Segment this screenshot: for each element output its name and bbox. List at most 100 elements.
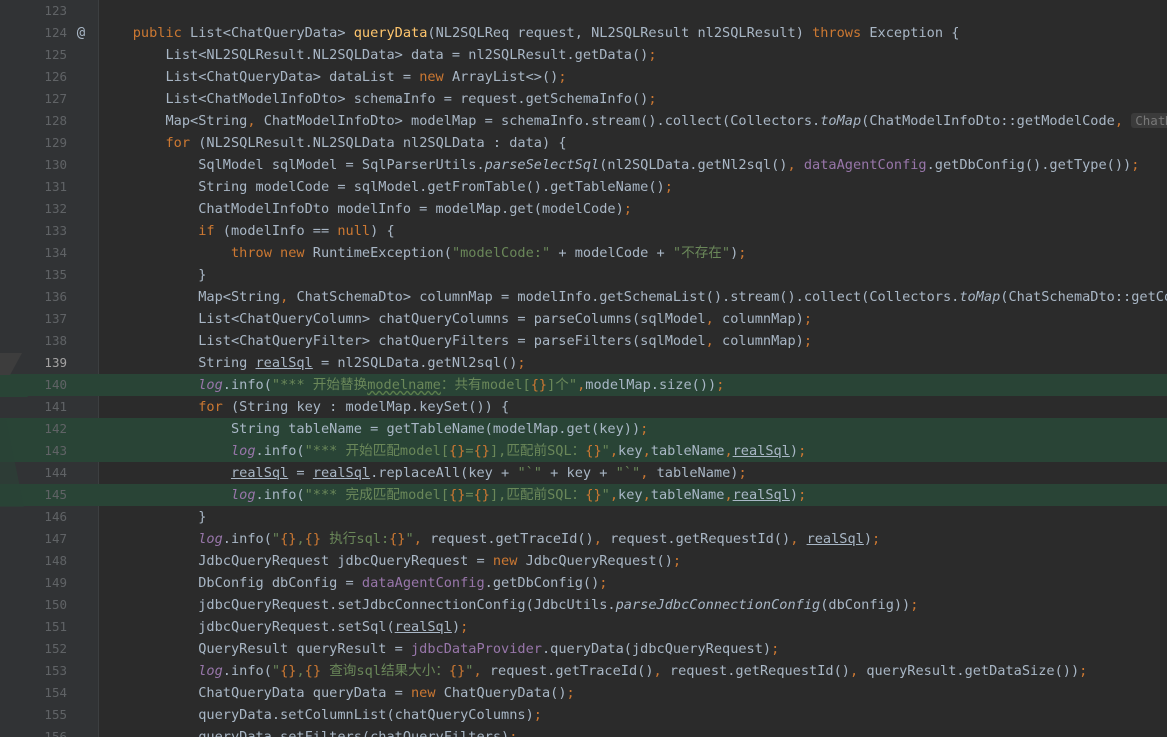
- code-line[interactable]: 131 String modelCode = sqlModel.getFromT…: [0, 176, 1167, 198]
- code-line[interactable]: 135 }: [0, 264, 1167, 286]
- code-line[interactable]: 129 for (NL2SQLResult.NL2SQLData nl2SQLD…: [0, 132, 1167, 154]
- code-line[interactable]: 156 queryData.setFilters(chatQueryFilter…: [0, 726, 1167, 737]
- line-number[interactable]: 138: [0, 330, 67, 352]
- code-line[interactable]: 133 if (modelInfo == null) {: [0, 220, 1167, 242]
- line-number[interactable]: 150: [0, 594, 67, 616]
- code-text[interactable]: queryData.setColumnList(chatQueryColumns…: [100, 704, 542, 726]
- line-number[interactable]: 140: [0, 374, 67, 396]
- line-number[interactable]: 127: [0, 88, 67, 110]
- line-number[interactable]: 136: [0, 286, 67, 308]
- code-text[interactable]: queryData.setFilters(chatQueryFilters);: [100, 726, 517, 737]
- code-text[interactable]: JdbcQueryRequest jdbcQueryRequest = new …: [100, 550, 681, 572]
- code-text[interactable]: String modelCode = sqlModel.getFromTable…: [100, 176, 673, 198]
- code-text[interactable]: log.info("*** 开始匹配model[{}={}],匹配前SQL：{}…: [100, 440, 806, 462]
- code-line[interactable]: 149 DbConfig dbConfig = dataAgentConfig.…: [0, 572, 1167, 594]
- line-number[interactable]: 144: [0, 462, 67, 484]
- code-text[interactable]: log.info("{},{} 执行sql:{}", request.getTr…: [100, 528, 880, 550]
- code-line[interactable]: 126 List<ChatQueryData> dataList = new A…: [0, 66, 1167, 88]
- line-number[interactable]: 145: [0, 484, 67, 506]
- code-text[interactable]: for (String key : modelMap.keySet()) {: [100, 396, 509, 418]
- code-line[interactable]: 145 log.info("*** 完成匹配model[{}={}],匹配前SQ…: [0, 484, 1167, 506]
- code-line[interactable]: 153 log.info("{},{} 查询sql结果大小：{}", reque…: [0, 660, 1167, 682]
- code-text[interactable]: List<ChatQueryFilter> chatQueryFilters =…: [100, 330, 812, 352]
- code-line[interactable]: 132 ChatModelInfoDto modelInfo = modelMa…: [0, 198, 1167, 220]
- code-line[interactable]: 134 throw new RuntimeException("modelCod…: [0, 242, 1167, 264]
- code-text[interactable]: List<ChatQueryData> dataList = new Array…: [100, 66, 566, 88]
- code-text[interactable]: SqlModel sqlModel = SqlParserUtils.parse…: [100, 154, 1139, 176]
- line-number[interactable]: 132: [0, 198, 67, 220]
- line-number[interactable]: 142: [0, 418, 67, 440]
- line-number[interactable]: 143: [0, 440, 67, 462]
- code-text[interactable]: public List<ChatQueryData> queryData(NL2…: [100, 22, 960, 44]
- code-line[interactable]: 150 jdbcQueryRequest.setJdbcConnectionCo…: [0, 594, 1167, 616]
- code-line[interactable]: 138 List<ChatQueryFilter> chatQueryFilte…: [0, 330, 1167, 352]
- code-line[interactable]: 154 ChatQueryData queryData = new ChatQu…: [0, 682, 1167, 704]
- code-line[interactable]: 147 log.info("{},{} 执行sql:{}", request.g…: [0, 528, 1167, 550]
- line-number[interactable]: 126: [0, 66, 67, 88]
- line-number[interactable]: 129: [0, 132, 67, 154]
- line-number[interactable]: 154: [0, 682, 67, 704]
- code-text[interactable]: List<ChatQueryColumn> chatQueryColumns =…: [100, 308, 812, 330]
- code-text[interactable]: throw new RuntimeException("modelCode:" …: [100, 242, 747, 264]
- code-line[interactable]: 155 queryData.setColumnList(chatQueryCol…: [0, 704, 1167, 726]
- code-text[interactable]: String realSql = nl2SQLData.getNl2sql();: [100, 352, 525, 374]
- line-number[interactable]: 134: [0, 242, 67, 264]
- code-text[interactable]: jdbcQueryRequest.setJdbcConnectionConfig…: [100, 594, 918, 616]
- line-number[interactable]: 156: [0, 726, 67, 737]
- code-text[interactable]: if (modelInfo == null) {: [100, 220, 394, 242]
- code-text[interactable]: List<ChatModelInfoDto> schemaInfo = requ…: [100, 88, 656, 110]
- line-number[interactable]: 153: [0, 660, 67, 682]
- line-number[interactable]: 130: [0, 154, 67, 176]
- line-number[interactable]: 151: [0, 616, 67, 638]
- line-number[interactable]: 137: [0, 308, 67, 330]
- code-line[interactable]: 127 List<ChatModelInfoDto> schemaInfo = …: [0, 88, 1167, 110]
- line-number[interactable]: 146: [0, 506, 67, 528]
- code-line[interactable]: 144 realSql = realSql.replaceAll(key + "…: [0, 462, 1167, 484]
- code-text[interactable]: Map<String, ChatModelInfoDto> modelMap =…: [100, 110, 1167, 132]
- code-line[interactable]: 148 JdbcQueryRequest jdbcQueryRequest = …: [0, 550, 1167, 572]
- code-line[interactable]: 146 }: [0, 506, 1167, 528]
- code-text[interactable]: ChatModelInfoDto modelInfo = modelMap.ge…: [100, 198, 632, 220]
- code-text[interactable]: QueryResult queryResult = jdbcDataProvid…: [100, 638, 779, 660]
- line-number[interactable]: 131: [0, 176, 67, 198]
- line-number[interactable]: 155: [0, 704, 67, 726]
- line-number[interactable]: 148: [0, 550, 67, 572]
- code-line[interactable]: 139 String realSql = nl2SQLData.getNl2sq…: [0, 352, 1167, 374]
- line-number[interactable]: 152: [0, 638, 67, 660]
- code-line[interactable]: 140 log.info("*** 开始替换modelname：共有model[…: [0, 374, 1167, 396]
- code-lines[interactable]: 123 124 @ public List<ChatQueryData> query…: [0, 0, 1167, 737]
- line-number[interactable]: 135: [0, 264, 67, 286]
- code-text[interactable]: ChatQueryData queryData = new ChatQueryD…: [100, 682, 575, 704]
- line-number[interactable]: 147: [0, 528, 67, 550]
- line-number[interactable]: 141: [0, 396, 67, 418]
- code-text[interactable]: log.info("{},{} 查询sql结果大小：{}", request.g…: [100, 660, 1087, 682]
- line-number[interactable]: 128: [0, 110, 67, 132]
- line-number[interactable]: 139: [0, 352, 67, 374]
- code-text[interactable]: Map<String, ChatSchemaDto> columnMap = m…: [100, 286, 1167, 308]
- code-line[interactable]: 151 jdbcQueryRequest.setSql(realSql);: [0, 616, 1167, 638]
- code-line[interactable]: 142 String tableName = getTableName(mode…: [0, 418, 1167, 440]
- code-text[interactable]: realSql = realSql.replaceAll(key + "`" +…: [100, 462, 747, 484]
- code-text[interactable]: }: [100, 264, 206, 286]
- code-text[interactable]: for (NL2SQLResult.NL2SQLData nl2SQLData …: [100, 132, 566, 154]
- code-line[interactable]: 125 List<NL2SQLResult.NL2SQLData> data =…: [0, 44, 1167, 66]
- code-editor[interactable]: 123 124 @ public List<ChatQueryData> query…: [0, 0, 1167, 737]
- code-text[interactable]: }: [100, 506, 206, 528]
- code-line[interactable]: 136 Map<String, ChatSchemaDto> columnMap…: [0, 286, 1167, 308]
- line-number[interactable]: 149: [0, 572, 67, 594]
- code-line[interactable]: 128 Map<String, ChatModelInfoDto> modelM…: [0, 110, 1167, 132]
- code-text[interactable]: log.info("*** 开始替换modelname：共有model[{}]个…: [100, 374, 724, 396]
- code-line[interactable]: 141 for (String key : modelMap.keySet())…: [0, 396, 1167, 418]
- code-text[interactable]: List<NL2SQLResult.NL2SQLData> data = nl2…: [100, 44, 656, 66]
- line-number[interactable]: 124: [0, 22, 67, 44]
- code-line[interactable]: 152 QueryResult queryResult = jdbcDataPr…: [0, 638, 1167, 660]
- code-text[interactable]: String tableName = getTableName(modelMap…: [100, 418, 648, 440]
- code-text[interactable]: DbConfig dbConfig = dataAgentConfig.getD…: [100, 572, 607, 594]
- line-number[interactable]: 123: [0, 0, 67, 22]
- code-line[interactable]: 143 log.info("*** 开始匹配model[{}={}],匹配前SQ…: [0, 440, 1167, 462]
- code-line[interactable]: 130 SqlModel sqlModel = SqlParserUtils.p…: [0, 154, 1167, 176]
- line-number[interactable]: 125: [0, 44, 67, 66]
- code-text[interactable]: jdbcQueryRequest.setSql(realSql);: [100, 616, 468, 638]
- line-number[interactable]: 133: [0, 220, 67, 242]
- override-at-icon[interactable]: @: [72, 22, 90, 44]
